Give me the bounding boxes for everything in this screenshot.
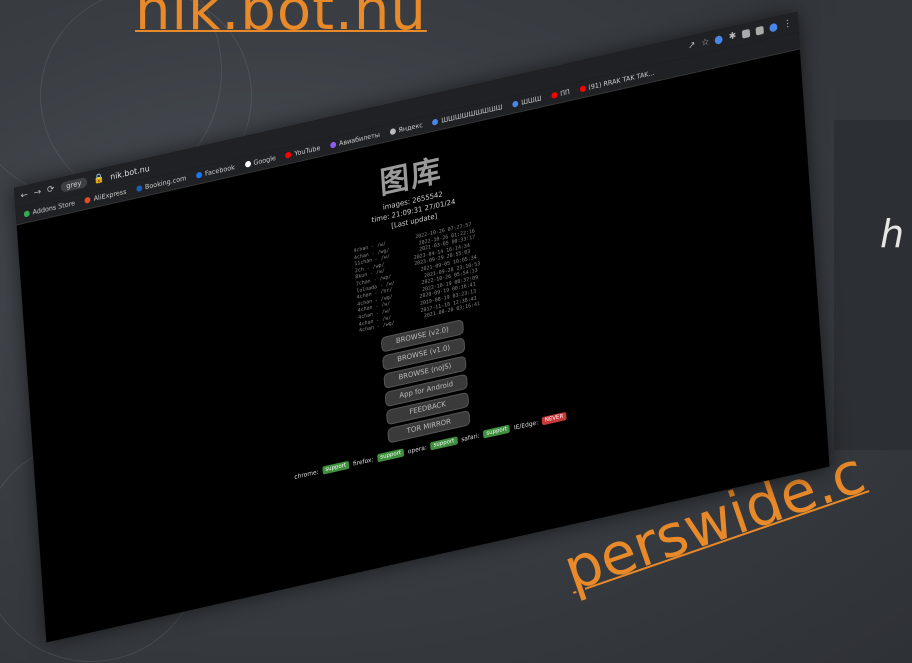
bookmark-favicon-icon	[579, 85, 586, 93]
reload-icon[interactable]: ⟳	[47, 184, 55, 196]
support-status-badge: support	[483, 424, 511, 439]
support-browser-label: IE/Edge:	[513, 418, 539, 432]
slide-right-panel	[834, 120, 912, 450]
bookmark-favicon-icon	[512, 100, 519, 108]
puzzle-icon[interactable]: ✱	[728, 31, 736, 43]
bookmark-label: ШШШ	[520, 94, 542, 107]
bookmark-item[interactable]: AliExpress	[84, 187, 127, 204]
slide-side-text: h	[880, 212, 905, 256]
bookmark-item[interactable]: ПП	[551, 88, 570, 100]
slide-top-link[interactable]: nik.bot.nu	[135, 0, 427, 43]
support-status-badge: NEVER	[541, 411, 567, 426]
bookmark-label: Facebook	[204, 163, 236, 178]
profile-chip[interactable]: grey	[60, 176, 88, 193]
support-status-badge: support	[377, 448, 405, 463]
bookmark-favicon-icon	[244, 160, 251, 168]
bookmark-favicon-icon	[136, 184, 143, 193]
bookmark-item[interactable]: ШШШ	[512, 94, 542, 109]
sidebar-icon[interactable]	[755, 25, 764, 36]
star-icon[interactable]: ☆	[701, 37, 710, 49]
back-icon[interactable]: ←	[20, 190, 28, 202]
extension-icon[interactable]	[714, 34, 724, 45]
bookmark-label: Google	[253, 153, 277, 167]
bookmark-favicon-icon	[195, 171, 203, 179]
bookmark-label: YouTube	[294, 143, 321, 158]
bookmark-label: Авиабилеты	[338, 130, 381, 148]
bookmark-label: AliExpress	[93, 187, 127, 203]
bookmark-favicon-icon	[551, 91, 558, 100]
menu-icon[interactable]: ⋮	[783, 18, 793, 30]
support-browser-label: firefox:	[352, 455, 374, 468]
bookmark-favicon-icon	[432, 118, 439, 126]
avatar[interactable]	[769, 22, 778, 33]
support-browser-label: safari:	[460, 431, 480, 444]
bookmark-item[interactable]: Facebook	[195, 163, 236, 180]
reading-list-icon[interactable]	[741, 28, 751, 39]
bookmark-label: Яндекс	[398, 120, 424, 135]
support-status-badge: support	[430, 436, 458, 451]
bookmark-label: ПП	[559, 87, 571, 99]
lock-icon[interactable]: 🔒	[93, 173, 105, 186]
bookmark-label: Booking.com	[144, 173, 187, 192]
support-browser-label: chrome:	[294, 468, 319, 481]
bookmark-favicon-icon	[389, 127, 396, 136]
bookmark-item[interactable]: YouTube	[285, 143, 321, 160]
bookmark-item[interactable]: Яндекс	[389, 121, 423, 137]
boards-list: 4chan - /w/2022-10-26 07:27:57 4chan - /w…	[353, 220, 483, 334]
support-status-badge: support	[322, 460, 350, 475]
support-browser-label: opera:	[407, 443, 428, 456]
share-icon[interactable]: ↗	[688, 40, 696, 52]
bookmark-favicon-icon	[329, 141, 337, 149]
bookmark-favicon-icon	[84, 196, 91, 204]
bookmark-favicon-icon	[285, 151, 292, 159]
forward-icon[interactable]: →	[33, 187, 41, 199]
bookmark-item[interactable]: Google	[244, 154, 276, 169]
bookmark-favicon-icon	[23, 210, 30, 218]
slide-right-panel	[834, 0, 912, 120]
